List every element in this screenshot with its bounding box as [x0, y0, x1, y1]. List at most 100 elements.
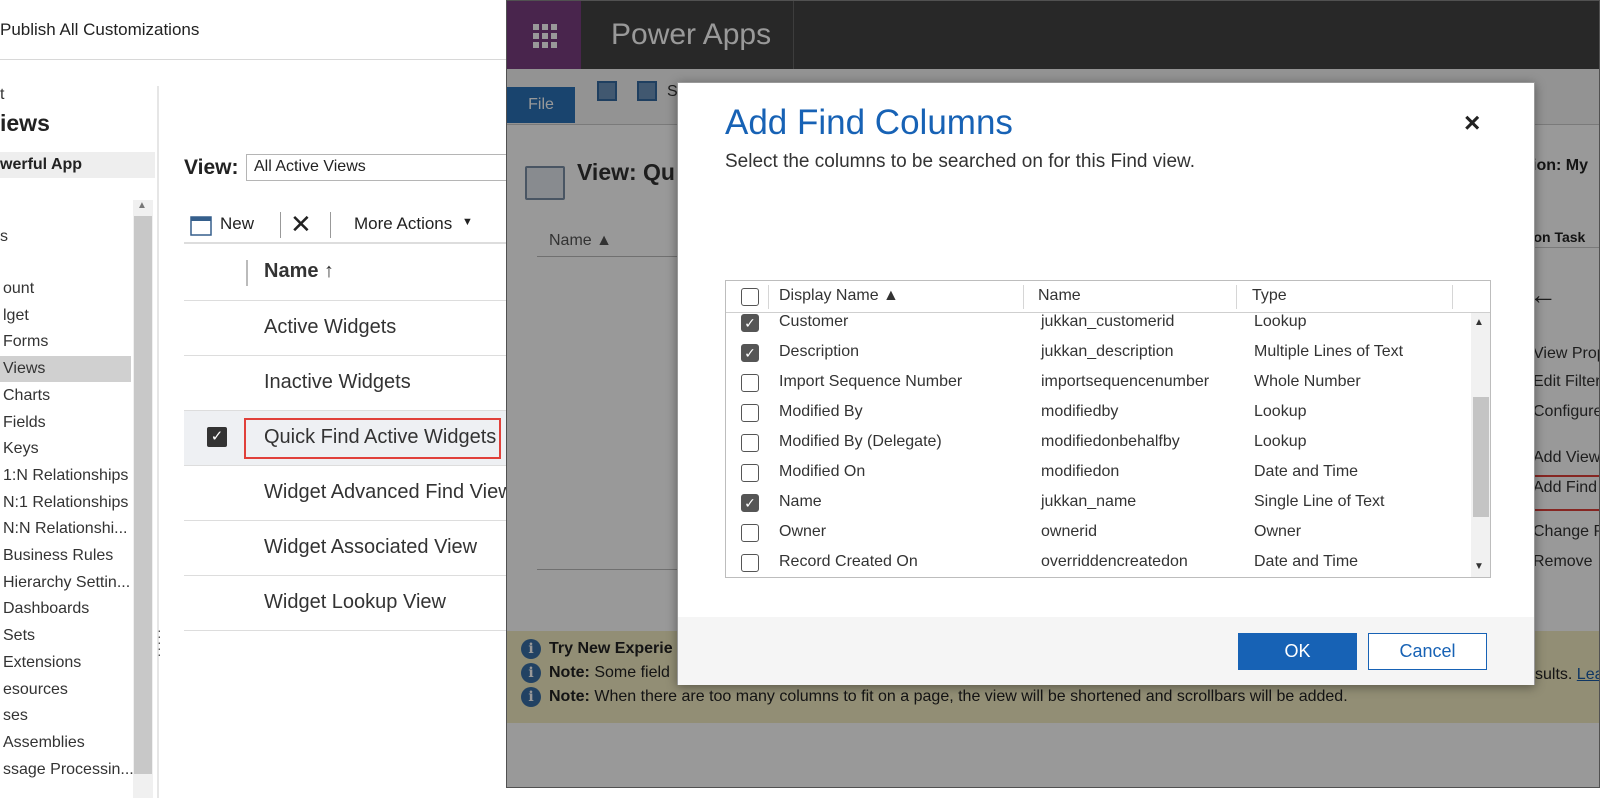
scroll-down-arrow-icon[interactable]: ▼: [1474, 561, 1484, 572]
nav-item[interactable]: Hierarchy Settin...: [0, 570, 131, 596]
add-find-columns-dialog: Add Find Columns Select the columns to b…: [677, 82, 1535, 685]
schema-name-cell: ownerid: [1041, 523, 1098, 540]
type-cell: Lookup: [1254, 403, 1307, 420]
column-checkbox[interactable]: ✓: [741, 494, 759, 512]
column-checkbox[interactable]: ✓: [741, 314, 759, 332]
column-row[interactable]: Record Created On overriddencreatedon Date…: [726, 548, 1471, 577]
column-checkbox[interactable]: [741, 434, 759, 452]
column-row[interactable]: ✓ Name jukkan_name Single Line of Text: [726, 488, 1471, 518]
view-row[interactable]: Inactive Widgets: [184, 356, 520, 411]
type-cell: Single Line of Text: [1254, 493, 1385, 510]
display-name-header[interactable]: Display Name ▲: [779, 287, 899, 305]
nav-item[interactable]: Keys: [0, 436, 131, 462]
view-row[interactable]: Widget Lookup View: [184, 576, 520, 631]
schema-name-cell: overriddencreatedon: [1041, 553, 1188, 570]
nav-item[interactable]: ount: [0, 276, 131, 302]
column-row[interactable]: Owner ownerid Owner: [726, 518, 1471, 548]
scroll-up-arrow-icon[interactable]: ▲: [1474, 317, 1484, 328]
schema-name-cell: jukkan_customerid: [1041, 313, 1175, 330]
nav-item[interactable]: Sets: [0, 623, 131, 649]
view-name[interactable]: Active Widgets: [264, 316, 396, 339]
nav-group-label: s: [0, 228, 8, 245]
type-cell: Date and Time: [1254, 463, 1359, 480]
view-row[interactable]: Active Widgets: [184, 301, 520, 356]
more-actions-button[interactable]: More Actions: [354, 214, 452, 234]
type-cell: Multiple Lines of Text: [1254, 343, 1404, 360]
column-checkbox[interactable]: ✓: [741, 344, 759, 362]
delete-icon[interactable]: ✕: [290, 209, 312, 240]
column-checkbox[interactable]: [741, 524, 759, 542]
solution-name: werful App: [0, 152, 155, 178]
nav-item[interactable]: ses: [0, 703, 131, 729]
page-title: iews: [0, 110, 50, 136]
views-grid-header: Name ↑: [184, 246, 520, 301]
scroll-up-arrow-icon[interactable]: ▲: [137, 200, 147, 211]
nav-item[interactable]: Business Rules: [0, 543, 131, 569]
select-all-checkbox[interactable]: [741, 288, 759, 306]
nav-scrollbar-thumb[interactable]: [134, 216, 152, 774]
view-name[interactable]: Widget Advanced Find View: [264, 481, 513, 504]
nav-item[interactable]: Assemblies: [0, 730, 131, 756]
nav-item[interactable]: Forms: [0, 329, 131, 355]
close-icon[interactable]: ×: [1464, 109, 1480, 137]
columns-scrollbar-thumb[interactable]: [1473, 397, 1489, 517]
column-row[interactable]: ✓ Customer jukkan_customerid Lookup: [726, 308, 1471, 338]
nav-item[interactable]: Fields: [0, 410, 131, 436]
column-row[interactable]: Import Sequence Number importsequencenumb…: [726, 368, 1471, 398]
new-button[interactable]: New: [220, 214, 254, 234]
schema-name-cell: jukkan_name: [1041, 493, 1137, 510]
schema-name-cell: jukkan_description: [1041, 343, 1174, 360]
ok-button[interactable]: OK: [1238, 633, 1357, 670]
nav-item[interactable]: Dashboards: [0, 596, 131, 622]
name-header[interactable]: Name: [1038, 287, 1081, 305]
display-name-cell: Customer: [779, 313, 849, 330]
column-row[interactable]: ✓ Description jukkan_description Multiple L…: [726, 338, 1471, 368]
type-cell: Date and Time: [1254, 553, 1359, 570]
column-row[interactable]: Modified By (Delegate) modifiedonbehalfby…: [726, 428, 1471, 458]
display-name-cell: Modified By: [779, 403, 863, 420]
column-row[interactable]: Modified By modifiedby Lookup: [726, 398, 1471, 428]
view-label: View:: [184, 156, 239, 179]
view-name[interactable]: Widget Associated View: [264, 536, 477, 559]
schema-name-cell: importsequencenumber: [1041, 373, 1210, 390]
column-checkbox[interactable]: [741, 554, 759, 572]
nav-item[interactable]: lget: [0, 303, 131, 329]
type-header[interactable]: Type: [1252, 287, 1287, 305]
display-name-cell: Description: [779, 343, 860, 360]
name-column-header[interactable]: Name ↑: [264, 260, 334, 283]
column-checkbox[interactable]: [741, 374, 759, 392]
display-name-cell: Modified On: [779, 463, 866, 480]
nav-item[interactable]: N:N Relationshi...: [0, 516, 131, 542]
schema-name-cell: modifiedonbehalfby: [1041, 433, 1180, 450]
nav-item[interactable]: Views: [0, 356, 131, 383]
chevron-down-icon[interactable]: ▼: [462, 216, 473, 228]
view-row[interactable]: Widget Advanced Find View: [184, 466, 520, 521]
display-name-cell: Import Sequence Number: [779, 373, 963, 390]
display-name-cell: Name: [779, 493, 822, 510]
view-row[interactable]: Widget Associated View: [184, 521, 520, 576]
columns-grid: Display Name ▲ Name Type ✓ Customer jukkan…: [725, 280, 1491, 578]
publish-all-button[interactable]: Publish All Customizations: [0, 20, 199, 40]
new-record-icon[interactable]: [190, 216, 212, 236]
pane-splitter: [157, 86, 159, 798]
nav-item[interactable]: Extensions: [0, 650, 131, 676]
view-name[interactable]: Inactive Widgets: [264, 371, 411, 394]
nav-item[interactable]: esources: [0, 677, 131, 703]
nav-item[interactable]: ssage Processin...: [0, 757, 134, 783]
view-selector[interactable]: All Active Views: [246, 154, 516, 181]
column-row[interactable]: Modified On modifiedon Date and Time: [726, 458, 1471, 488]
dialog-title: Add Find Columns: [725, 103, 1013, 142]
cancel-button[interactable]: Cancel: [1368, 633, 1487, 670]
type-cell: Whole Number: [1254, 373, 1361, 390]
views-toolbar: New ✕ More Actions ▼: [184, 208, 520, 244]
column-checkbox[interactable]: [741, 464, 759, 482]
splitter-handle-icon[interactable]: · · · · ·: [157, 623, 162, 661]
column-checkbox[interactable]: [741, 404, 759, 422]
type-cell: Lookup: [1254, 313, 1307, 330]
highlight-quick-find-view: [244, 418, 501, 459]
nav-item[interactable]: 1:N Relationships: [0, 463, 131, 489]
view-name[interactable]: Widget Lookup View: [264, 591, 446, 614]
nav-item[interactable]: N:1 Relationships: [0, 490, 131, 516]
nav-item[interactable]: Charts: [0, 383, 131, 409]
row-checkbox[interactable]: ✓: [207, 427, 227, 447]
